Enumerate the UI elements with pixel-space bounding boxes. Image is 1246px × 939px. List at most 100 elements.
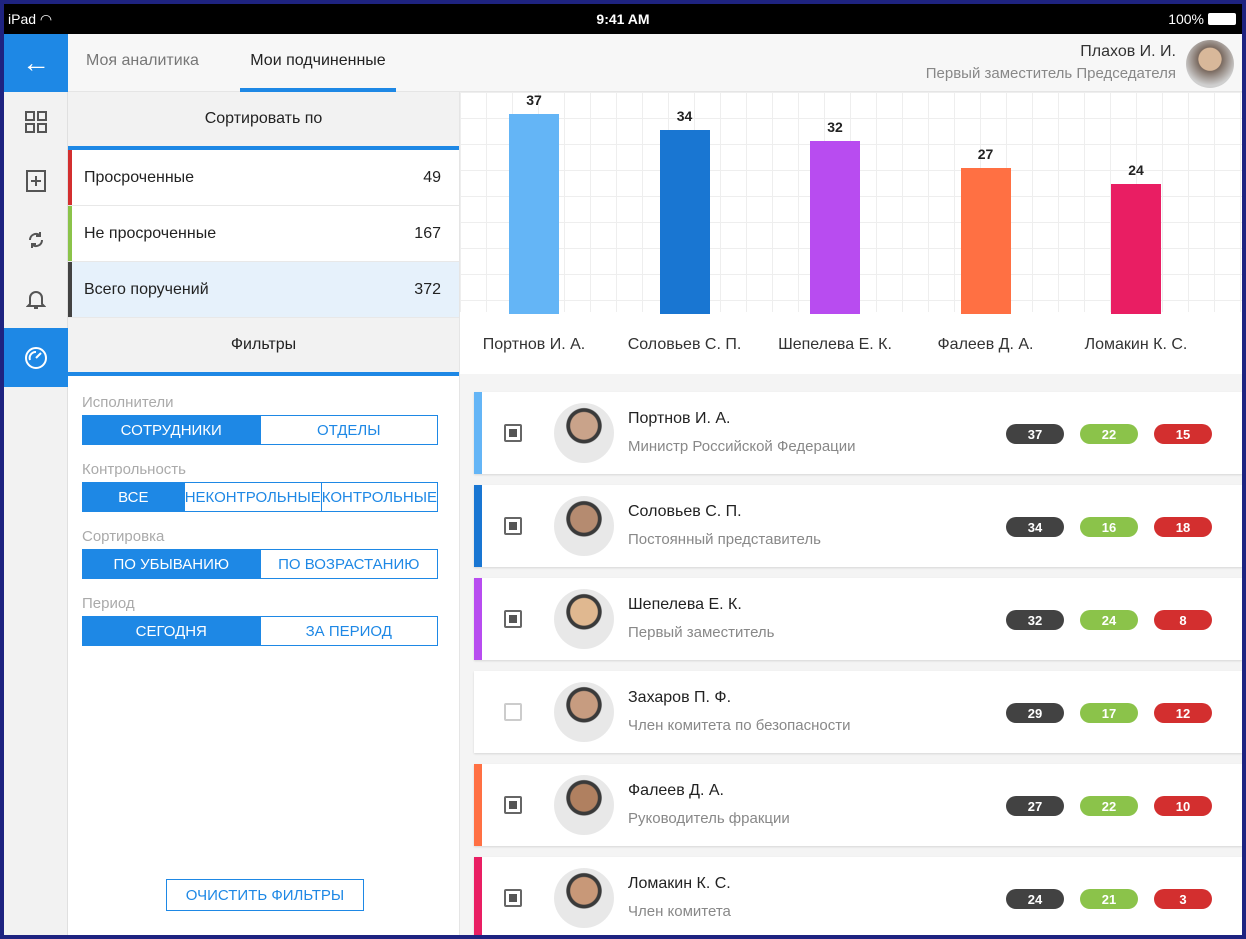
filters-panel: Исполнители СОТРУДНИКИ ОТДЕЛЫ Контрольность…	[68, 376, 459, 646]
sort-item[interactable]: Всего поручений 372	[68, 262, 459, 318]
segment-option[interactable]: ВСЕ	[83, 483, 184, 511]
select-checkbox[interactable]	[504, 610, 522, 628]
chart-data-label: 37	[526, 92, 542, 109]
chart-category-labels: Портнов И. А. Соловьев С. П. Шепелева Е. К…	[460, 312, 1242, 374]
avatar	[554, 403, 614, 463]
bell-icon[interactable]	[4, 269, 68, 328]
filter-group-label: Период	[82, 595, 135, 612]
add-document-icon[interactable]	[4, 151, 68, 210]
filter-group: Сортировка ПО УБЫВАНИЮ ПО ВОЗРАСТАНИЮ	[82, 528, 459, 579]
sort-item[interactable]: Не просроченные 167	[68, 206, 459, 262]
battery-status: 100%	[1168, 11, 1236, 27]
user-info: Плахов И. И. Первый заместитель Председа…	[926, 43, 1176, 82]
sort-item-color-bar	[68, 206, 72, 261]
filter-group-label: Сортировка	[82, 528, 165, 545]
person-name: Ломакин К. С.	[628, 875, 731, 892]
filters-header: Фильтры	[68, 318, 459, 376]
chart-category-label: Шепелева Е. К.	[778, 336, 892, 353]
overdue-count-badge: 12	[1154, 703, 1212, 723]
left-panel: Сортировать по Просроченные 49 Не просроче…	[68, 92, 460, 935]
sync-icon[interactable]	[4, 210, 68, 269]
sort-item[interactable]: Просроченные 49	[68, 150, 459, 206]
list-item-color-stripe	[474, 764, 482, 846]
chart-category-label: Соловьев С. П.	[627, 336, 742, 353]
chart-category-label: Портнов И. А.	[482, 336, 586, 353]
segmented-control: ВСЕ НЕКОНТРОЛЬНЫЕ КОНТРОЛЬНЫЕ	[82, 482, 438, 512]
chart-bar	[659, 130, 710, 314]
on-time-count-badge: 22	[1080, 424, 1138, 444]
segmented-control: ПО УБЫВАНИЮ ПО ВОЗРАСТАНИЮ	[82, 549, 438, 579]
total-count-badge: 32	[1006, 610, 1064, 630]
segment-option[interactable]: ОТДЕЛЫ	[259, 416, 438, 444]
list-item[interactable]: Ломакин К. С. Член комитета 24 21 3	[474, 857, 1242, 935]
status-time: 9:41 AM	[596, 11, 650, 27]
person-role: Член комитета по безопасности	[628, 717, 851, 734]
icon-rail: ←	[4, 34, 68, 935]
sort-item-label: Просроченные	[84, 168, 195, 186]
segment-option[interactable]: НЕКОНТРОЛЬНЫЕ	[183, 483, 321, 511]
segment-option[interactable]: КОНТРОЛЬНЫЕ	[320, 483, 437, 511]
avatar	[554, 682, 614, 742]
dashboard-gauge-icon[interactable]	[4, 328, 68, 387]
avatar	[554, 775, 614, 835]
list-item-color-stripe	[474, 857, 482, 935]
select-checkbox[interactable]	[504, 703, 522, 721]
segment-option[interactable]: ПО УБЫВАНИЮ	[83, 550, 260, 578]
person-name: Портнов И. А.	[628, 410, 731, 427]
chart-category-label: Ломакин К. С.	[1084, 336, 1188, 353]
list-item[interactable]: Портнов И. А. Министр Российской Федераци…	[474, 392, 1242, 474]
sort-item-color-bar	[68, 150, 72, 205]
total-count-badge: 37	[1006, 424, 1064, 444]
sort-item-color-bar	[68, 262, 72, 317]
battery-percent: 100%	[1168, 11, 1204, 27]
select-checkbox[interactable]	[504, 424, 522, 442]
user-role: Первый заместитель Председателя	[925, 65, 1176, 82]
clear-filters-button[interactable]: ОЧИСТИТЬ ФИЛЬТРЫ	[166, 879, 364, 911]
list-item-color-stripe	[474, 392, 482, 474]
avatar	[554, 496, 614, 556]
app-frame: iPad ◠ 9:41 AM 100% ← Моя аналитика Мои …	[0, 0, 1246, 939]
list-item[interactable]: Фалеев Д. А. Руководитель фракции 27 22 10	[474, 764, 1242, 846]
segmented-control: СОТРУДНИКИ ОТДЕЛЫ	[82, 415, 438, 445]
total-count-badge: 29	[1006, 703, 1064, 723]
list-item-color-stripe	[474, 485, 482, 567]
on-time-count-badge: 21	[1080, 889, 1138, 909]
chart-data-label: 24	[1128, 162, 1144, 179]
list-item[interactable]: Шепелева Е. К. Первый заместитель 32 24 8	[474, 578, 1242, 660]
user-name: Плахов И. И.	[1080, 43, 1176, 60]
overdue-count-badge: 18	[1154, 517, 1212, 537]
grid-icon[interactable]	[4, 92, 68, 151]
select-checkbox[interactable]	[504, 517, 522, 535]
sort-item-label: Всего поручений	[84, 280, 209, 298]
overdue-count-badge: 15	[1154, 424, 1212, 444]
list-item[interactable]: Захаров П. Ф. Член комитета по безопаснос…	[474, 671, 1242, 753]
top-header: Моя аналитика Мои подчиненные Плахов И. …	[68, 34, 1242, 92]
user-avatar[interactable]	[1186, 40, 1234, 88]
on-time-count-badge: 17	[1080, 703, 1138, 723]
sort-item-count: 372	[414, 280, 441, 298]
overdue-count-badge: 8	[1154, 610, 1212, 630]
status-bar: iPad ◠ 9:41 AM 100%	[4, 4, 1242, 34]
avatar	[554, 589, 614, 649]
list-item[interactable]: Соловьев С. П. Постоянный представитель 34…	[474, 485, 1242, 567]
segment-option[interactable]: ПО ВОЗРАСТАНИЮ	[259, 550, 438, 578]
segment-option[interactable]: СОТРУДНИКИ	[83, 416, 260, 444]
segmented-control: СЕГОДНЯ ЗА ПЕРИОД	[82, 616, 438, 646]
segment-option[interactable]: СЕГОДНЯ	[83, 617, 260, 645]
filter-group: Период СЕГОДНЯ ЗА ПЕРИОД	[82, 595, 459, 646]
chart-bar	[810, 141, 860, 314]
person-role: Первый заместитель	[628, 624, 775, 641]
select-checkbox[interactable]	[504, 796, 522, 814]
person-name: Захаров П. Ф.	[628, 689, 732, 706]
filter-group-label: Контрольность	[82, 461, 186, 478]
chart-bar	[1111, 184, 1161, 314]
back-arrow-icon[interactable]: ←	[4, 34, 68, 92]
list-item-color-stripe	[474, 578, 482, 660]
tab-my-subordinates[interactable]: Мои подчиненные	[240, 52, 396, 92]
segment-option[interactable]: ЗА ПЕРИОД	[259, 617, 438, 645]
filter-group: Исполнители СОТРУДНИКИ ОТДЕЛЫ	[82, 394, 459, 445]
chart-data-label: 27	[977, 146, 994, 163]
overdue-count-badge: 3	[1154, 889, 1212, 909]
tab-my-analytics[interactable]: Моя аналитика	[86, 52, 199, 92]
select-checkbox[interactable]	[504, 889, 522, 907]
